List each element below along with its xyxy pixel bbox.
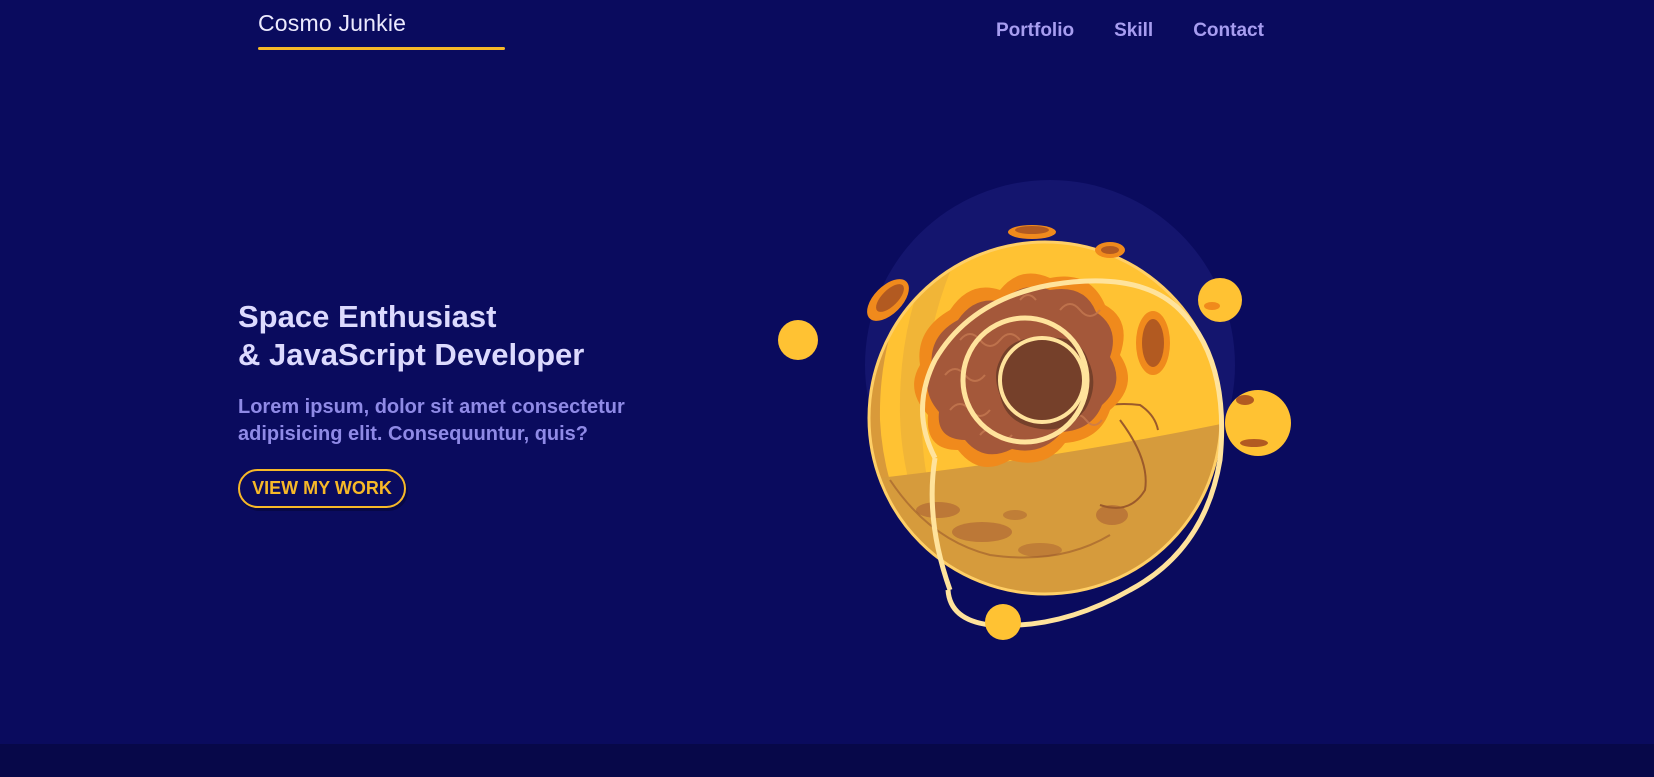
nav-contact-link[interactable]: Contact xyxy=(1193,20,1264,42)
nav-portfolio-link[interactable]: Portfolio xyxy=(996,20,1074,42)
page: Cosmo Junkie Portfolio Skill Contact Spa… xyxy=(0,0,1654,777)
moon-icon xyxy=(985,604,1021,640)
hero-title-line2: & JavaScript Developer xyxy=(238,337,585,372)
planet-illustration xyxy=(778,180,1291,640)
hero-description: Lorem ipsum, dolor sit amet consectetur … xyxy=(238,394,698,448)
footer-band xyxy=(0,744,1654,777)
nav-skill-link[interactable]: Skill xyxy=(1114,20,1153,42)
crater-icon xyxy=(1142,319,1164,367)
crater-icon xyxy=(1015,226,1049,234)
moon-icon xyxy=(1198,278,1242,322)
site-logo[interactable]: Cosmo Junkie xyxy=(258,10,406,37)
crater-icon xyxy=(1101,246,1119,254)
main-nav: Portfolio Skill Contact xyxy=(996,20,1264,42)
view-my-work-button[interactable]: VIEW MY WORK xyxy=(238,469,406,508)
logo-underline xyxy=(258,47,505,50)
hero-title: Space Enthusiast & JavaScript Developer xyxy=(238,298,584,374)
moon-icon xyxy=(778,320,818,360)
hero-description-line1: Lorem ipsum, dolor sit amet consectetur xyxy=(238,396,625,418)
hero-description-line2: adipisicing elit. Consequuntur, quis? xyxy=(238,423,589,445)
hero-title-line1: Space Enthusiast xyxy=(238,299,497,334)
